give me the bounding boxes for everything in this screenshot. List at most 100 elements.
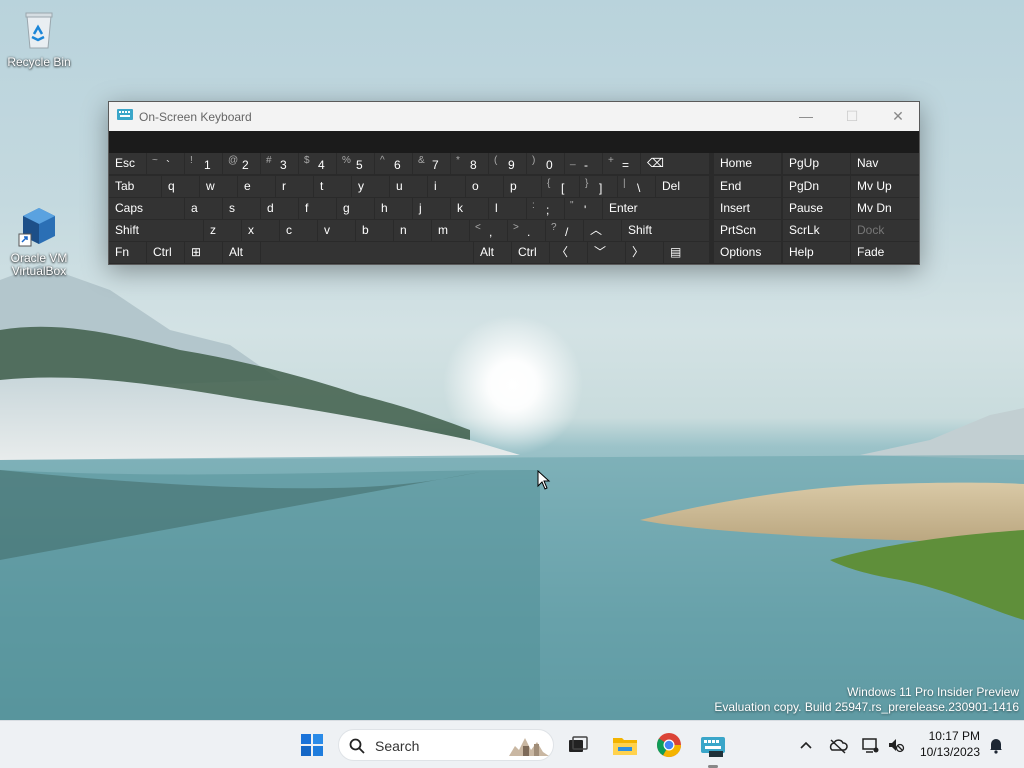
- nav-key-options[interactable]: Options: [714, 242, 781, 263]
- key-s[interactable]: s: [223, 198, 260, 219]
- windows-key[interactable]: ⊞: [185, 242, 222, 263]
- task-view-button[interactable]: [562, 729, 594, 761]
- key-symbol[interactable]: ? /: [546, 220, 583, 241]
- key-ctrl[interactable]: Ctrl: [512, 242, 549, 263]
- key-l[interactable]: l: [489, 198, 526, 219]
- arrow-right-key[interactable]: 〉: [626, 242, 663, 263]
- nav-key-nav[interactable]: Nav: [851, 153, 919, 174]
- key-c[interactable]: c: [280, 220, 317, 241]
- key-6[interactable]: ^ 6: [375, 153, 412, 174]
- nav-key-pgup[interactable]: PgUp: [783, 153, 850, 174]
- chrome-button[interactable]: [653, 729, 685, 761]
- key-r[interactable]: r: [276, 176, 313, 197]
- key-shift[interactable]: Shift: [622, 220, 709, 241]
- onedrive-offline-button[interactable]: [828, 729, 848, 761]
- file-explorer-button[interactable]: [609, 729, 641, 761]
- key-tab[interactable]: Tab: [109, 176, 161, 197]
- key-y[interactable]: y: [352, 176, 389, 197]
- key-symbol[interactable]: :;: [527, 198, 564, 219]
- key-n[interactable]: n: [394, 220, 431, 241]
- key-2[interactable]: @2: [223, 153, 260, 174]
- key-j[interactable]: j: [413, 198, 450, 219]
- key-symbol[interactable]: {[: [542, 176, 579, 197]
- key-symbol[interactable]: ~ `: [147, 153, 184, 174]
- key-symbol[interactable]: }]: [580, 176, 617, 197]
- nav-key-mv-up[interactable]: Mv Up: [851, 176, 919, 197]
- key-symbol[interactable]: >.: [508, 220, 545, 241]
- on-screen-keyboard-window[interactable]: On-Screen Keyboard — ☐ ✕ Esc ~ `! 1 @2 #3 $4% 5…: [108, 101, 920, 265]
- desktop-icon-virtualbox[interactable]: Oracle VM VirtualBox: [2, 204, 76, 278]
- key-ctrl[interactable]: Ctrl: [147, 242, 184, 263]
- clock-date[interactable]: 10/13/2023: [912, 745, 980, 759]
- key-i[interactable]: i: [428, 176, 465, 197]
- nav-key-dock[interactable]: Dock: [851, 220, 919, 241]
- key-symbol[interactable]: " ': [565, 198, 602, 219]
- start-button[interactable]: [296, 729, 328, 761]
- nav-key-insert[interactable]: Insert: [714, 198, 781, 219]
- on-screen-keyboard-taskbar-button[interactable]: [697, 729, 729, 761]
- key-symbol[interactable]: <,: [470, 220, 507, 241]
- key-esc[interactable]: Esc: [109, 153, 146, 174]
- backspace-key[interactable]: ⌫: [641, 153, 709, 174]
- show-hidden-icons-button[interactable]: [796, 729, 816, 761]
- desktop-icon-recycle-bin[interactable]: Recycle Bin: [2, 8, 76, 69]
- arrow-down-key[interactable]: ﹀: [588, 242, 625, 263]
- nav-key-scrlk[interactable]: ScrLk: [783, 220, 850, 241]
- key-fn[interactable]: Fn: [109, 242, 146, 263]
- key-z[interactable]: z: [204, 220, 241, 241]
- key-9[interactable]: (9: [489, 153, 526, 174]
- key-f[interactable]: f: [299, 198, 336, 219]
- clock-time[interactable]: 10:17 PM: [912, 729, 980, 743]
- key-1[interactable]: ! 1: [185, 153, 222, 174]
- key-symbol[interactable]: _ -: [565, 153, 602, 174]
- key-q[interactable]: q: [162, 176, 199, 197]
- key-w[interactable]: w: [200, 176, 237, 197]
- key-a[interactable]: a: [185, 198, 222, 219]
- nav-key-home[interactable]: Home: [714, 153, 781, 174]
- key-shift[interactable]: Shift: [109, 220, 203, 241]
- minimize-button[interactable]: —: [783, 102, 829, 131]
- nav-key-pgdn[interactable]: PgDn: [783, 176, 850, 197]
- nav-key-help[interactable]: Help: [783, 242, 850, 263]
- key-b[interactable]: b: [356, 220, 393, 241]
- menu-key[interactable]: ▤: [664, 242, 709, 263]
- key-alt[interactable]: Alt: [474, 242, 511, 263]
- arrow-up-key[interactable]: ︿: [584, 220, 621, 241]
- nav-key-end[interactable]: End: [714, 176, 781, 197]
- key-e[interactable]: e: [238, 176, 275, 197]
- taskbar-search-box[interactable]: Search: [338, 729, 554, 761]
- maximize-button[interactable]: ☐: [829, 102, 875, 131]
- key-symbol[interactable]: + =: [603, 153, 640, 174]
- key-x[interactable]: x: [242, 220, 279, 241]
- key-5[interactable]: % 5: [337, 153, 374, 174]
- key-h[interactable]: h: [375, 198, 412, 219]
- key-alt[interactable]: Alt: [223, 242, 260, 263]
- key-0[interactable]: ) 0: [527, 153, 564, 174]
- key-7[interactable]: & 7: [413, 153, 450, 174]
- key-del[interactable]: Del: [656, 176, 709, 197]
- key-u[interactable]: u: [390, 176, 427, 197]
- key-caps[interactable]: Caps: [109, 198, 184, 219]
- nav-key-prtscn[interactable]: PrtScn: [714, 220, 781, 241]
- key-8[interactable]: * 8: [451, 153, 488, 174]
- key-g[interactable]: g: [337, 198, 374, 219]
- close-button[interactable]: ✕: [875, 102, 921, 131]
- key-symbol[interactable]: | \: [618, 176, 655, 197]
- key-k[interactable]: k: [451, 198, 488, 219]
- key-p[interactable]: p: [504, 176, 541, 197]
- key-4[interactable]: $4: [299, 153, 336, 174]
- key-enter[interactable]: Enter: [603, 198, 709, 219]
- key-3[interactable]: #3: [261, 153, 298, 174]
- key-d[interactable]: d: [261, 198, 298, 219]
- nav-key-mv-dn[interactable]: Mv Dn: [851, 198, 919, 219]
- window-titlebar[interactable]: On-Screen Keyboard — ☐ ✕: [109, 102, 919, 131]
- nav-key-pause[interactable]: Pause: [783, 198, 850, 219]
- key-m[interactable]: m: [432, 220, 469, 241]
- notifications-button[interactable]: [986, 729, 1006, 761]
- key-t[interactable]: t: [314, 176, 351, 197]
- key-o[interactable]: o: [466, 176, 503, 197]
- space-key[interactable]: [261, 242, 473, 263]
- volume-button[interactable]: [886, 729, 906, 761]
- network-button[interactable]: [860, 729, 880, 761]
- nav-key-fade[interactable]: Fade: [851, 242, 919, 263]
